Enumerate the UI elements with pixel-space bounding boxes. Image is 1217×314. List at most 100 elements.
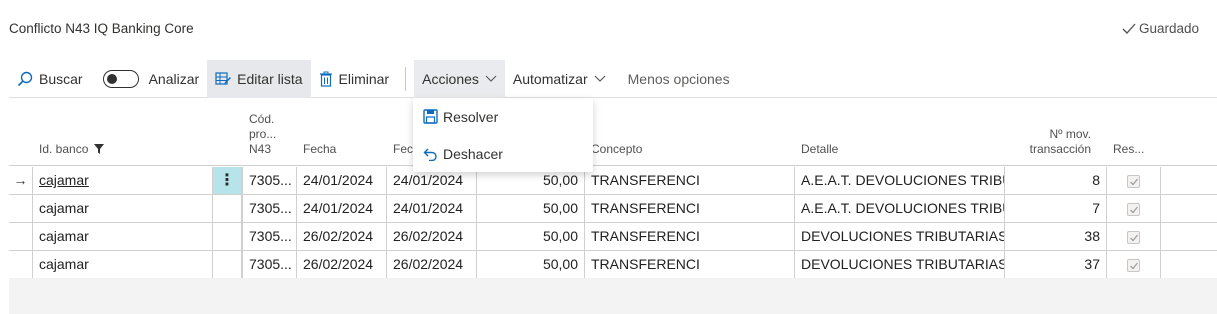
- save-icon: [423, 109, 438, 124]
- more-vertical-icon: ⋮: [219, 172, 235, 189]
- undo-icon: [423, 148, 437, 161]
- filter-icon[interactable]: [93, 144, 104, 154]
- column-label: Concepto: [591, 142, 643, 156]
- saved-label: Guardado: [1138, 21, 1199, 36]
- resolved-checkbox: [1127, 174, 1140, 188]
- less-options-label: Menos opciones: [627, 70, 730, 87]
- menu-item-resolve[interactable]: Resolver: [413, 98, 593, 135]
- resolved-cell: [1107, 251, 1161, 278]
- analyze-toggle[interactable]: Analizar: [91, 60, 208, 98]
- column-header-bank-id[interactable]: Id. banco: [39, 142, 104, 157]
- column-header-fecha[interactable]: Fecha: [303, 142, 336, 157]
- bank-id-cell[interactable]: cajamar: [33, 195, 213, 222]
- table-row[interactable]: cajamar 7305... 24/01/2024 24/01/2024 50…: [9, 195, 1217, 223]
- menu-item-label: Resolver: [443, 108, 499, 125]
- fecha-cell[interactable]: 26/02/2024: [297, 251, 387, 278]
- less-options-button[interactable]: Menos opciones: [614, 60, 738, 98]
- fecha-2-cell[interactable]: 26/02/2024: [387, 251, 477, 278]
- row-menu-placeholder: [213, 251, 242, 278]
- column-header-detalle[interactable]: Detalle: [801, 142, 838, 157]
- edit-list-label: Editar lista: [237, 70, 303, 87]
- search-label: Buscar: [39, 70, 83, 87]
- resolved-cell: [1107, 167, 1161, 194]
- column-header-concepto[interactable]: Concepto: [591, 142, 642, 157]
- mov-cell[interactable]: 8: [1005, 167, 1107, 194]
- concepto-cell[interactable]: TRANSFERENCI: [585, 195, 795, 222]
- trash-icon: [319, 71, 332, 87]
- column-header-res[interactable]: Res...: [1113, 142, 1144, 157]
- column-label: transacción: [1029, 142, 1091, 156]
- automate-label: Automatizar: [512, 70, 588, 87]
- column-label: pro...: [249, 127, 277, 141]
- importe-cell[interactable]: 50,00: [477, 195, 585, 222]
- bank-id-cell[interactable]: cajamar: [33, 251, 213, 278]
- fecha-cell[interactable]: 26/02/2024: [297, 223, 387, 250]
- actions-dropdown-menu: Resolver Deshacer: [413, 98, 593, 172]
- mov-cell[interactable]: 37: [1005, 251, 1107, 278]
- toolbar-divider: [405, 66, 407, 91]
- column-label: Res...: [1113, 142, 1145, 156]
- row-indicator-arrow-icon: →: [9, 167, 33, 194]
- cod-cell[interactable]: 7305...: [243, 167, 297, 194]
- search-icon: [17, 71, 33, 86]
- column-header-cod[interactable]: Cód. pro... N43: [249, 112, 276, 157]
- automate-menu-button[interactable]: Automatizar: [505, 60, 614, 98]
- concepto-cell[interactable]: TRANSFERENCI: [585, 251, 795, 278]
- chevron-down-icon: [485, 75, 497, 82]
- importe-cell[interactable]: 50,00: [477, 223, 585, 250]
- detalle-cell[interactable]: DEVOLUCIONES TRIBUTARIAS,...: [795, 223, 1005, 250]
- chevron-down-icon: [594, 75, 606, 82]
- bank-id-cell[interactable]: cajamar: [33, 167, 213, 194]
- cod-cell[interactable]: 7305...: [243, 195, 297, 222]
- fecha-cell[interactable]: 24/01/2024: [297, 167, 387, 194]
- table-row[interactable]: cajamar 7305... 26/02/2024 26/02/2024 50…: [9, 251, 1217, 279]
- column-label: N43: [249, 142, 272, 156]
- resolved-checkbox: [1127, 230, 1140, 244]
- menu-item-label: Deshacer: [443, 145, 503, 162]
- table-row[interactable]: → cajamar ⋮ 7305... 24/01/2024 24/01/202…: [9, 167, 1217, 195]
- resolved-checkbox: [1127, 258, 1140, 272]
- fecha-cell[interactable]: 24/01/2024: [297, 195, 387, 222]
- page-title: Conflicto N43 IQ Banking Core: [9, 21, 194, 36]
- cod-cell[interactable]: 7305...: [243, 223, 297, 250]
- fecha-2-cell[interactable]: 26/02/2024: [387, 223, 477, 250]
- fecha-2-cell[interactable]: 24/01/2024: [387, 195, 477, 222]
- row-menu-button[interactable]: ⋮: [213, 167, 242, 194]
- table-row[interactable]: cajamar 7305... 26/02/2024 26/02/2024 50…: [9, 223, 1217, 251]
- importe-cell[interactable]: 50,00: [477, 251, 585, 278]
- column-label: Nº mov.: [1049, 127, 1092, 141]
- actions-label: Acciones: [422, 70, 479, 87]
- column-label: Id. banco: [39, 142, 89, 156]
- edit-list-icon: [215, 71, 232, 85]
- delete-label: Eliminar: [338, 70, 390, 87]
- resolved-cell: [1107, 223, 1161, 250]
- concepto-cell[interactable]: TRANSFERENCI: [585, 223, 795, 250]
- action-bar: Buscar Analizar Editar lista Eliminar Ac…: [9, 59, 1217, 98]
- saved-status: Guardado: [1122, 21, 1199, 36]
- column-header-mov[interactable]: Nº mov. transacción: [1030, 127, 1091, 157]
- row-indicator: [9, 251, 33, 278]
- bank-id-cell[interactable]: cajamar: [33, 223, 213, 250]
- resolved-checkbox: [1127, 202, 1140, 216]
- toggle-switch[interactable]: [102, 69, 139, 88]
- search-button[interactable]: Buscar: [9, 60, 91, 98]
- mov-cell[interactable]: 7: [1005, 195, 1107, 222]
- resolved-cell: [1107, 195, 1161, 222]
- mov-cell[interactable]: 38: [1005, 223, 1107, 250]
- row-indicator: [9, 195, 33, 222]
- grid-footer-area: [9, 278, 1217, 314]
- actions-menu-button[interactable]: Acciones: [414, 59, 505, 98]
- detalle-cell[interactable]: A.E.A.T. DEVOLUCIONES TRIBU...: [795, 195, 1005, 222]
- row-menu-placeholder: [213, 195, 242, 222]
- concepto-cell[interactable]: TRANSFERENCI: [585, 167, 795, 194]
- grid-header: Id. banco Cód. pro... N43 Fecha Fecha Co…: [9, 98, 1217, 166]
- delete-button[interactable]: Eliminar: [311, 60, 398, 98]
- column-label: Fecha: [303, 142, 337, 156]
- cod-cell[interactable]: 7305...: [243, 251, 297, 278]
- row-menu-placeholder: [213, 223, 242, 250]
- analyze-label: Analizar: [148, 70, 200, 87]
- menu-item-undo[interactable]: Deshacer: [413, 135, 593, 172]
- detalle-cell[interactable]: DEVOLUCIONES TRIBUTARIAS,...: [795, 251, 1005, 278]
- edit-list-button[interactable]: Editar lista: [207, 59, 311, 98]
- detalle-cell[interactable]: A.E.A.T. DEVOLUCIONES TRIBU...: [795, 167, 1005, 194]
